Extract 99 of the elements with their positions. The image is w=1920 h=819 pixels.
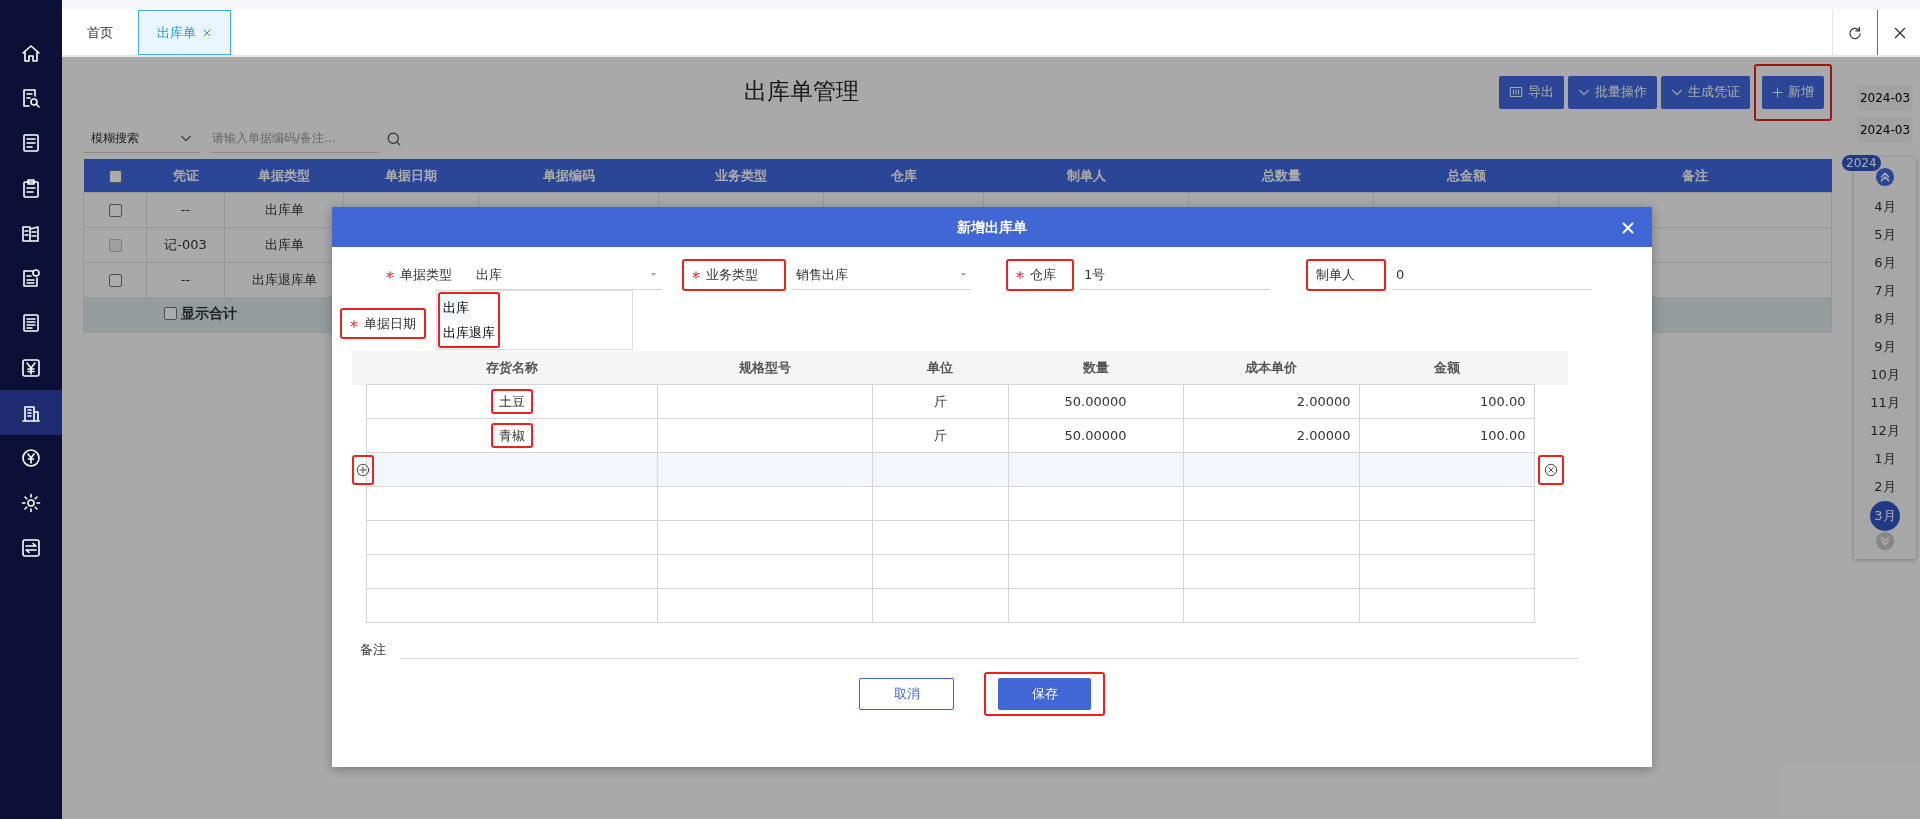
close-circle-icon <box>1544 462 1559 477</box>
month-item[interactable]: 12月 <box>1870 417 1900 445</box>
column-header: 单据编码 <box>478 159 659 192</box>
table-cell: 斤 <box>933 393 947 409</box>
dropdown-button[interactable]: 批量操作 <box>1568 75 1657 109</box>
date-range-chip[interactable]: 2024-03 <box>1856 117 1914 143</box>
dropdown-button[interactable]: 生成凭证 <box>1661 75 1750 109</box>
field-label: 单据类型 <box>400 266 452 284</box>
yen-icon <box>20 356 42 379</box>
month-item[interactable]: 11月 <box>1870 389 1900 417</box>
double-chevron-up-icon <box>1875 167 1895 187</box>
month-item[interactable]: 3月 <box>1870 501 1900 531</box>
grid-row[interactable]: 青椒 斤 50.00000 2.00000 100.00 <box>352 418 1568 453</box>
summary-toggle[interactable]: 显示合计 <box>164 303 237 325</box>
double-chevron-down-icon <box>1875 531 1895 551</box>
table-cell: 出库单 <box>264 201 304 217</box>
month-item[interactable]: 8月 <box>1870 305 1900 333</box>
field-label: 业务类型 <box>706 266 758 284</box>
column-header: 业务类型 <box>658 159 824 192</box>
table-cell: 2.00000 <box>1296 427 1351 443</box>
select-field[interactable]: 出库 <box>472 259 662 290</box>
table-cell: 100.00 <box>1480 393 1526 409</box>
table-cell: 100.00 <box>1480 427 1526 443</box>
search-field[interactable]: 请输入单据编码/备注... <box>210 123 378 153</box>
column-header: 数量 <box>1008 350 1183 385</box>
column-header: 单位 <box>872 350 1008 385</box>
document-badge-icon <box>20 266 42 289</box>
month-item[interactable]: 1月 <box>1870 445 1900 473</box>
month-item[interactable]: 2月 <box>1870 473 1900 501</box>
row-checkbox[interactable] <box>108 203 122 217</box>
month-item[interactable]: 4月 <box>1870 193 1900 221</box>
close-icon <box>1893 25 1907 40</box>
input-field[interactable]: 0 <box>1392 259 1592 290</box>
document-icon <box>20 311 42 334</box>
add-button[interactable]: 新增 <box>1762 75 1824 109</box>
transfer-icon <box>20 536 42 559</box>
dropdown-option[interactable]: 出库 <box>441 295 471 320</box>
column-header: 成本单价 <box>1183 350 1359 385</box>
export-icon <box>1509 85 1523 99</box>
input-field[interactable]: 1号 <box>1080 259 1270 290</box>
column-header: 总数量 <box>1188 159 1374 192</box>
search-mode-select[interactable]: 模糊搜索 <box>83 123 200 153</box>
settings-icon <box>20 491 42 514</box>
table-cell: 50.00000 <box>1064 393 1127 409</box>
delete-row-button[interactable] <box>1544 462 1559 477</box>
close-icon <box>1621 220 1635 235</box>
table-cell: -- <box>180 201 191 217</box>
date-range-chip[interactable]: 2024-03 <box>1856 85 1914 111</box>
column-header: 金额 <box>1359 350 1534 385</box>
field-label: 仓库 <box>1030 266 1056 284</box>
plus-icon <box>1772 86 1783 98</box>
column-header: 备注 <box>1558 159 1832 192</box>
field-label: 备注 <box>360 640 386 659</box>
table-cell-text: 青椒 <box>498 426 525 445</box>
column-header: 制单人 <box>983 159 1189 192</box>
document-search-icon <box>20 86 42 109</box>
column-header: 单据类型 <box>224 159 344 192</box>
month-item[interactable]: 5月 <box>1870 221 1900 249</box>
column-header: 规格型号 <box>657 350 872 385</box>
field-label: 单据日期 <box>364 314 416 333</box>
table-cell: 斤 <box>933 427 947 443</box>
column-header: 仓库 <box>823 159 984 192</box>
select-field[interactable]: 销售出库 <box>792 259 972 290</box>
month-item[interactable]: 6月 <box>1870 249 1900 277</box>
table-cell: -- <box>180 271 191 287</box>
month-item[interactable]: 7月 <box>1870 277 1900 305</box>
caret-down-icon <box>649 270 658 278</box>
list-icon <box>20 131 42 154</box>
sidebar-item[interactable] <box>0 390 62 435</box>
save-button[interactable]: 保存 <box>998 678 1091 710</box>
page-title: 出库单管理 <box>742 78 860 106</box>
yen-circle-icon <box>20 446 42 469</box>
dropdown-option[interactable]: 出库退库 <box>441 320 497 345</box>
row-checkbox[interactable] <box>108 273 122 287</box>
search-icon <box>386 130 402 147</box>
table-cell: 出库退库单 <box>251 271 317 287</box>
column-header: 凭证 <box>146 159 225 192</box>
column-header: 总金额 <box>1373 159 1559 192</box>
field-label: 制单人 <box>1316 266 1355 284</box>
table-cell-text: 土豆 <box>498 392 525 411</box>
export-button[interactable]: 导出 <box>1499 75 1564 109</box>
table-cell: 出库单 <box>264 236 304 252</box>
refresh-icon <box>1847 24 1863 41</box>
clipboard-icon <box>20 176 42 199</box>
month-item[interactable]: 9月 <box>1870 333 1900 361</box>
grid-row[interactable]: 土豆 斤 50.00000 2.00000 100.00 <box>352 384 1568 419</box>
add-row-button[interactable] <box>356 462 370 477</box>
month-item[interactable]: 10月 <box>1870 361 1900 389</box>
column-header: 单据日期 <box>343 159 479 192</box>
select-all-checkbox[interactable] <box>108 169 122 183</box>
table-cell: 记-003 <box>164 236 207 252</box>
table-cell: 2.00000 <box>1296 393 1351 409</box>
column-header: 存货名称 <box>366 350 657 385</box>
table-cell: 50.00000 <box>1064 427 1127 443</box>
year-badge: 2024 <box>1842 155 1881 171</box>
plus-circle-icon <box>356 462 370 477</box>
caret-down-icon <box>959 270 968 278</box>
dialog-title: 新增出库单 <box>957 217 1027 237</box>
cancel-button[interactable]: 取消 <box>859 678 954 710</box>
